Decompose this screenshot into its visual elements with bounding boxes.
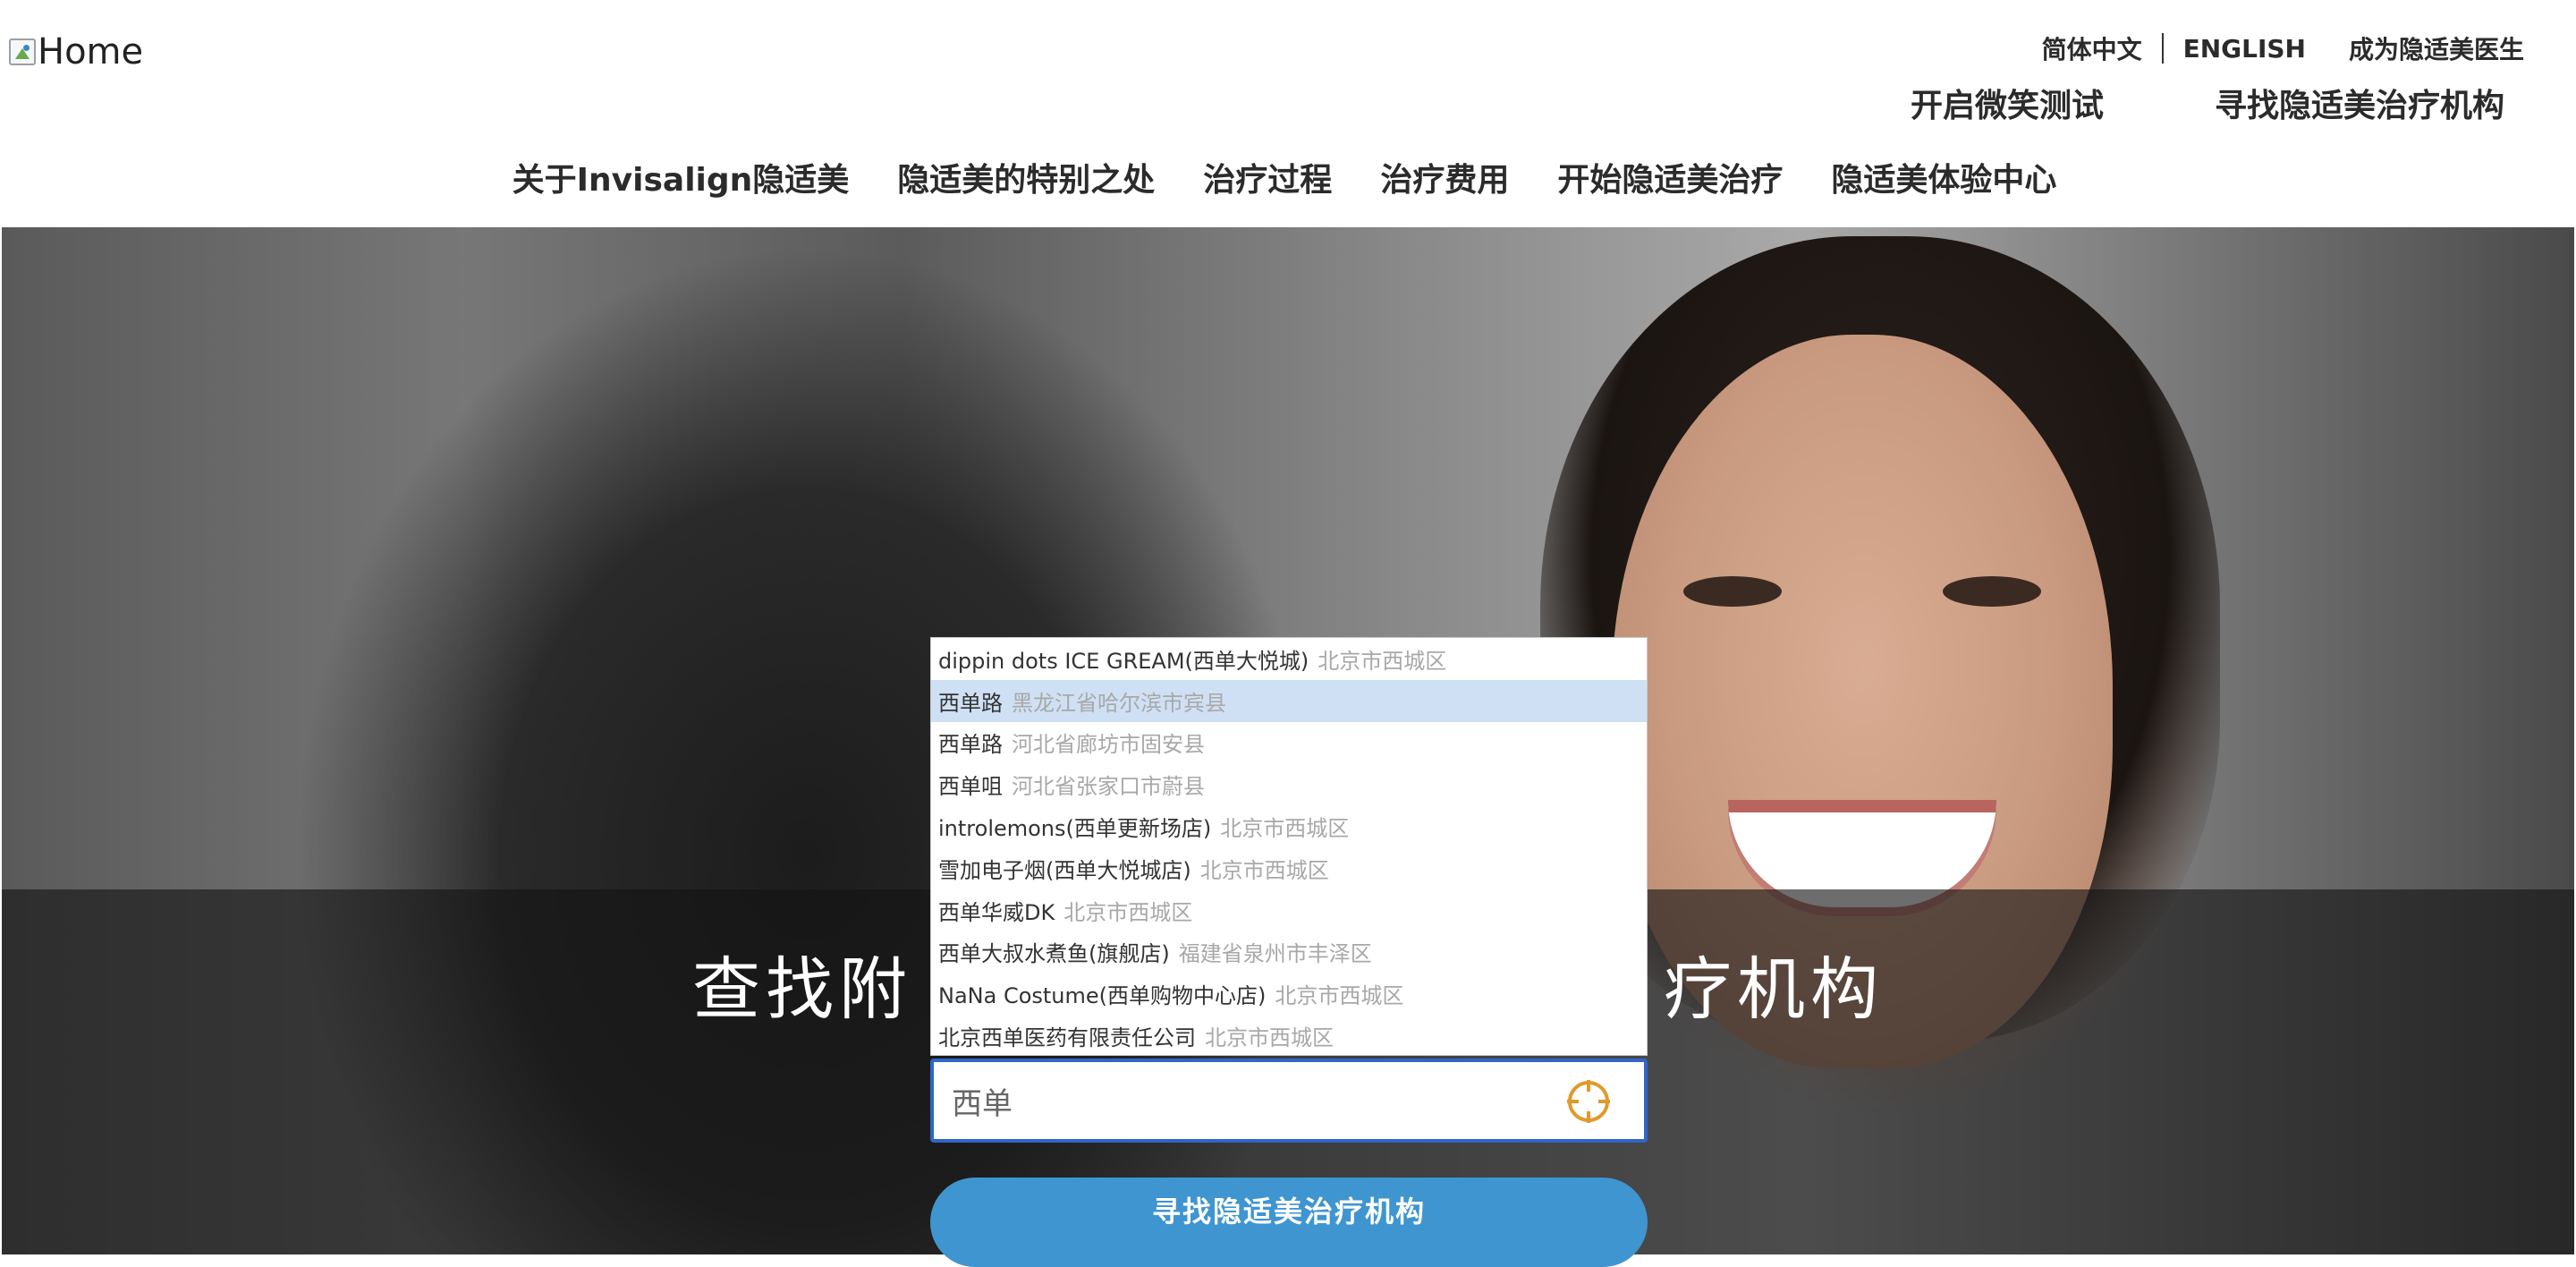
nav-item-cost[interactable]: 治疗费用 bbox=[1380, 154, 1509, 200]
main-nav: 关于Invisalign隐适美 隐适美的特别之处 治疗过程 治疗费用 开始隐适美… bbox=[0, 152, 2576, 202]
autocomplete-item-name: 西单路 bbox=[938, 732, 1003, 758]
autocomplete-item-name: 西单华威DK bbox=[938, 899, 1055, 925]
autocomplete-dropdown: dippin dots ICE GREAM(西单大悦城) 北京市西城区 西单路 黑龙江… bbox=[930, 637, 1648, 1056]
autocomplete-item-address: 北京市西城区 bbox=[1275, 983, 1404, 1009]
site-header: Home 简体中文 ENGLISH 成为隐适美医生 开启微笑测试 寻找隐适美治疗… bbox=[0, 0, 2576, 227]
autocomplete-item-name: 北京西单医药有限责任公司 bbox=[938, 1025, 1196, 1051]
autocomplete-item-name: 西单大叔水煮鱼(旗舰店) bbox=[938, 941, 1170, 967]
autocomplete-item-name: dippin dots ICE GREAM(西单大悦城) bbox=[938, 648, 1309, 674]
autocomplete-item[interactable]: 雪加电子烟(西单大悦城店) 北京市西城区 bbox=[931, 847, 1647, 889]
autocomplete-item-address: 北京市西城区 bbox=[1199, 857, 1329, 883]
autocomplete-item-address: 河北省廊坊市固安县 bbox=[1012, 732, 1205, 758]
nav-item-about[interactable]: 关于Invisalign隐适美 bbox=[513, 154, 850, 200]
hero-title-left: 查找附 bbox=[692, 949, 912, 1029]
autocomplete-item[interactable]: 西单华威DK 北京市西城区 bbox=[931, 889, 1647, 931]
autocomplete-item-address: 北京市西城区 bbox=[1205, 1025, 1334, 1051]
autocomplete-item-name: 雪加电子烟(西单大悦城店) bbox=[938, 857, 1191, 883]
nav-item-experience-center[interactable]: 隐适美体验中心 bbox=[1831, 154, 2056, 200]
crosshair-locate-icon[interactable] bbox=[1565, 1078, 1612, 1125]
find-provider-link[interactable]: 寻找隐适美治疗机构 bbox=[2215, 80, 2504, 126]
hero-title-right: 疗机构 bbox=[1664, 949, 1884, 1029]
hero-photo-eye-left bbox=[1683, 576, 1782, 607]
smile-test-link[interactable]: 开启微笑测试 bbox=[1911, 80, 2104, 126]
hero-photo-eye-right bbox=[1943, 576, 2041, 607]
autocomplete-item[interactable]: 西单咀 河北省张家口市蔚县 bbox=[931, 763, 1647, 805]
find-provider-submit-button[interactable]: 寻找隐适美治疗机构 bbox=[930, 1178, 1648, 1267]
autocomplete-item[interactable]: dippin dots ICE GREAM(西单大悦城) 北京市西城区 bbox=[931, 638, 1647, 680]
logo-alt-text: Home bbox=[38, 31, 144, 72]
autocomplete-item-address: 黑龙江省哈尔滨市宾县 bbox=[1012, 690, 1226, 716]
autocomplete-item-name: NaNa Costume(西单购物中心店) bbox=[938, 983, 1267, 1009]
autocomplete-item[interactable]: 西单路 河北省廊坊市固安县 bbox=[931, 722, 1647, 764]
autocomplete-item-name: 西单咀 bbox=[938, 774, 1003, 800]
language-divider bbox=[2161, 33, 2164, 64]
autocomplete-item-address: 北京市西城区 bbox=[1220, 816, 1350, 842]
broken-image-icon bbox=[9, 38, 36, 65]
autocomplete-item-name: 西单路 bbox=[938, 690, 1003, 716]
autocomplete-item-address: 北京市西城区 bbox=[1063, 899, 1193, 925]
autocomplete-item[interactable]: 北京西单医药有限责任公司 北京市西城区 bbox=[931, 1015, 1647, 1057]
language-en-link[interactable]: ENGLISH bbox=[2183, 34, 2306, 64]
autocomplete-item[interactable]: 西单路 黑龙江省哈尔滨市宾县 bbox=[931, 679, 1647, 722]
autocomplete-item-address: 北京市西城区 bbox=[1318, 648, 1447, 674]
autocomplete-item-address: 河北省张家口市蔚县 bbox=[1012, 774, 1205, 800]
location-search-box bbox=[930, 1059, 1648, 1143]
utility-nav: 简体中文 ENGLISH 成为隐适美医生 bbox=[2042, 30, 2524, 66]
nav-item-special[interactable]: 隐适美的特别之处 bbox=[897, 154, 1155, 200]
home-logo-link[interactable]: Home bbox=[9, 30, 143, 73]
nav-item-process[interactable]: 治疗过程 bbox=[1203, 154, 1332, 200]
become-doctor-link[interactable]: 成为隐适美医生 bbox=[2349, 30, 2524, 66]
language-zh-link[interactable]: 简体中文 bbox=[2042, 30, 2142, 66]
autocomplete-item[interactable]: NaNa Costume(西单购物中心店) 北京市西城区 bbox=[931, 973, 1647, 1015]
location-search-input[interactable] bbox=[934, 1065, 1542, 1136]
nav-item-start[interactable]: 开始隐适美治疗 bbox=[1557, 154, 1783, 200]
autocomplete-item-name: introlemons(西单更新场店) bbox=[938, 816, 1212, 842]
autocomplete-item[interactable]: 西单大叔水煮鱼(旗舰店) 福建省泉州市丰泽区 bbox=[931, 931, 1647, 974]
primary-cta-nav: 开启微笑测试 寻找隐适美治疗机构 bbox=[1911, 81, 2504, 125]
autocomplete-item-address: 福建省泉州市丰泽区 bbox=[1178, 941, 1372, 967]
autocomplete-item[interactable]: introlemons(西单更新场店) 北京市西城区 bbox=[931, 805, 1647, 847]
